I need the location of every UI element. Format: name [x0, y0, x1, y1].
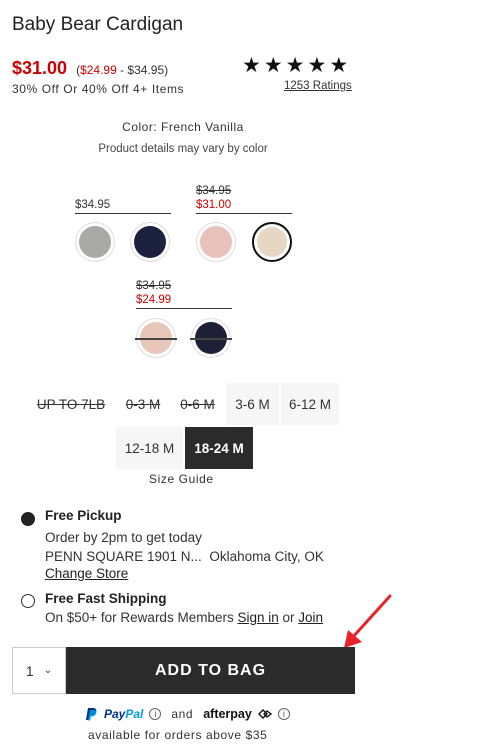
star-icon: ★	[242, 54, 261, 77]
join-link[interactable]: Join	[298, 610, 323, 625]
color-note: Product details may vary by color	[98, 143, 268, 155]
swatch-navy[interactable]	[130, 222, 170, 262]
pickup-radio[interactable]	[21, 512, 35, 526]
color-label: Color: French Vanilla	[122, 120, 244, 134]
rating-stars: ★ ★ ★ ★ ★	[242, 54, 348, 78]
swatch-peach-pattern[interactable]	[135, 318, 177, 358]
pickup-store: PENN SQUARE 1901 N... Oklahoma City, OK	[45, 549, 324, 564]
size-0-6m: 0-6 M	[180, 396, 215, 412]
annotation-arrow-icon	[344, 594, 392, 648]
star-icon: ★	[285, 54, 305, 77]
paypal-label: PayPal	[104, 707, 144, 721]
size-12-18m[interactable]: 12-18 M	[116, 427, 183, 469]
shipping-text: On $50+ for Rewards Members Sign in or J…	[45, 610, 324, 625]
swatch-group-price: $34.95	[75, 199, 111, 211]
change-store-link[interactable]: Change Store	[45, 566, 128, 581]
payment-note: available for orders above $35	[88, 728, 268, 742]
shipping-title: Free Fast Shipping	[45, 591, 167, 606]
pickup-title: Free Pickup	[45, 508, 122, 523]
price-row: $31.00 ($24.99 - $34.95)	[12, 58, 168, 79]
swatch-french-vanilla[interactable]	[252, 222, 292, 262]
offer-text: 30% Off Or 40% Off 4+ Items	[12, 82, 185, 96]
and-text: and	[171, 707, 194, 721]
quantity-select[interactable]: 1 ⌄	[12, 647, 66, 694]
size-up-to-7lb: UP TO 7LB	[36, 396, 106, 412]
swatch-gray[interactable]	[75, 222, 115, 262]
pickup-cutoff: Order by 2pm to get today	[45, 530, 202, 545]
group-divider	[196, 213, 292, 214]
current-price: $31.00	[12, 58, 68, 78]
afterpay-logo-icon	[257, 709, 272, 719]
group-divider	[136, 308, 232, 309]
chevron-down-icon: ⌄	[43, 665, 53, 676]
afterpay-label: afterpay	[203, 707, 252, 721]
ratings-link[interactable]: 1253 Ratings	[284, 80, 352, 92]
size-6-12m[interactable]: 6-12 M	[281, 383, 339, 425]
swatch-group-price: $34.95 $24.99	[136, 280, 172, 306]
paypal-logo-icon	[86, 708, 97, 721]
swatch-navy-stripe[interactable]	[190, 318, 232, 358]
size-18-24m[interactable]: 18-24 M	[185, 427, 253, 469]
size-3-6m[interactable]: 3-6 M	[226, 383, 279, 425]
add-to-bag-button[interactable]: ADD TO BAG	[66, 647, 355, 694]
swatch-group-price: $34.95 $31.00	[196, 185, 232, 211]
size-0-3m: 0-3 M	[125, 396, 161, 412]
payment-options: PayPal i and afterpay i	[86, 707, 290, 721]
star-icon: ★	[329, 54, 349, 77]
star-icon: ★	[263, 54, 283, 77]
size-guide-link[interactable]: Size Guide	[149, 472, 214, 486]
info-icon[interactable]: i	[149, 708, 162, 720]
product-title: Baby Bear Cardigan	[12, 14, 184, 35]
price-range: ($24.99 - $34.95)	[76, 63, 169, 77]
sign-in-link[interactable]: Sign in	[237, 610, 278, 625]
group-divider	[75, 213, 171, 214]
star-icon: ★	[307, 54, 327, 77]
swatch-pink[interactable]	[196, 222, 236, 262]
info-icon[interactable]: i	[277, 708, 290, 720]
shipping-radio[interactable]	[21, 594, 35, 608]
